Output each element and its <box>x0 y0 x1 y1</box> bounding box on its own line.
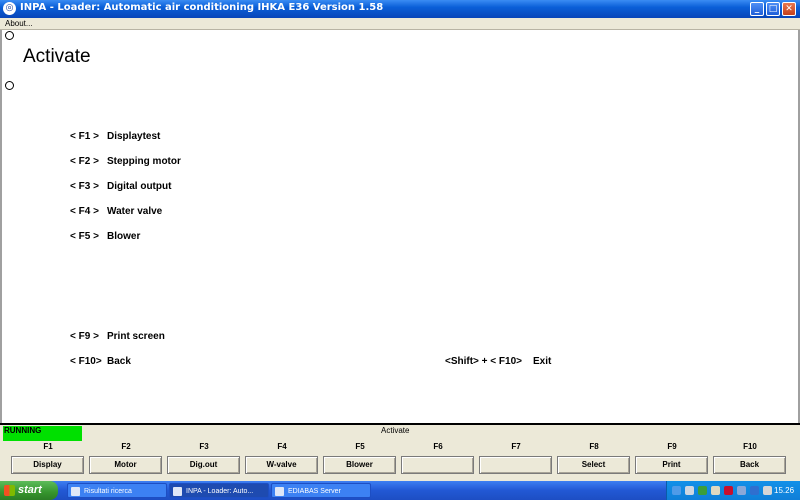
antivirus-icon[interactable] <box>763 486 772 495</box>
option-label: Digital output <box>107 181 172 192</box>
fkey-label-f4: F4 <box>277 442 287 451</box>
option-f3-digital-output: < F3 > Digital output <box>70 181 171 192</box>
fkey-button-f7[interactable] <box>479 456 552 474</box>
volume-icon[interactable] <box>685 486 694 495</box>
inpa-icon <box>173 487 182 496</box>
option-key: < F1 > <box>70 131 99 142</box>
fkey-label-f8: F8 <box>589 442 599 451</box>
fkey-button-f5[interactable]: Blower <box>323 456 396 474</box>
network-icon[interactable] <box>672 486 681 495</box>
option-key: < F5 > <box>70 231 99 242</box>
fkey-label-f5: F5 <box>355 442 365 451</box>
clock: 15.26 <box>774 486 795 495</box>
start-label: start <box>18 484 42 496</box>
option-label: Print screen <box>107 331 165 342</box>
fkey-button-f10[interactable]: Back <box>713 456 786 474</box>
option-f9-print-screen: < F9 > Print screen <box>70 331 165 342</box>
app-window: ◎ INPA - Loader: Automatic air condition… <box>0 0 800 481</box>
fkey-label-f7: F7 <box>511 442 521 451</box>
display-icon[interactable] <box>737 486 746 495</box>
security-icon[interactable] <box>698 486 707 495</box>
menu-item-about[interactable]: About... <box>5 18 33 30</box>
fkey-button-f8[interactable]: Select <box>557 456 630 474</box>
folder-search-icon <box>71 487 80 496</box>
option-label: Blower <box>107 231 141 242</box>
fkey-label-f3: F3 <box>199 442 209 451</box>
fkey-label-f9: F9 <box>667 442 677 451</box>
option-f10-back: < F10> Back <box>70 356 131 367</box>
ediabas-icon <box>275 487 284 496</box>
menu-bar: About... <box>0 18 800 30</box>
fkey-button-f1[interactable]: Display <box>11 456 84 474</box>
main-content: Activate < F1 > Displaytest < F2 > Steppin… <box>0 30 800 423</box>
fkey-label-f10: F10 <box>743 442 757 451</box>
minimize-button[interactable]: _ <box>750 2 764 16</box>
taskbar-item-ediabas[interactable]: EDIABAS Server <box>271 483 371 498</box>
task-label: EDIABAS Server <box>288 488 341 495</box>
task-label: Risultati ricerca <box>84 488 132 495</box>
fkey-button-f4[interactable]: W-valve <box>245 456 318 474</box>
option-key: < F3 > <box>70 181 99 192</box>
option-label: Exit <box>533 356 552 367</box>
footer-title: Activate <box>381 426 410 435</box>
option-label: Displaytest <box>107 131 161 142</box>
fkey-button-f9[interactable]: Print <box>635 456 708 474</box>
option-key: <Shift> + < F10> <box>445 356 522 367</box>
option-key: < F10> <box>70 356 102 367</box>
messenger-icon[interactable] <box>750 486 759 495</box>
status-badge: RUNNING <box>3 426 82 441</box>
radio-button-2[interactable] <box>5 81 14 90</box>
radio-button-1[interactable] <box>5 31 14 40</box>
safely-remove-icon[interactable] <box>711 486 720 495</box>
taskbar-item-inpa[interactable]: INPA - Loader: Auto... <box>169 483 269 498</box>
fkey-label-f2: F2 <box>121 442 131 451</box>
windows-logo-icon <box>4 485 15 496</box>
page-title: Activate <box>23 46 91 67</box>
start-button[interactable]: start <box>0 481 58 500</box>
function-key-bar: RUNNING Activate F1 Display F2 Motor F3 Dig.o… <box>0 423 800 481</box>
option-key: < F2 > <box>70 156 99 167</box>
taskbar: start Risultati ricerca INPA - Loader: A… <box>0 481 800 500</box>
option-f1-displaytest: < F1 > Displaytest <box>70 131 160 142</box>
option-f2-stepping-motor: < F2 > Stepping motor <box>70 156 181 167</box>
window-title: INPA - Loader: Automatic air conditionin… <box>20 2 384 13</box>
option-label: Stepping motor <box>107 156 181 167</box>
option-key: < F4 > <box>70 206 99 217</box>
taskbar-item-search-results[interactable]: Risultati ricerca <box>67 483 167 498</box>
option-label: Water valve <box>107 206 163 217</box>
fkey-button-f3[interactable]: Dig.out <box>167 456 240 474</box>
fkey-button-f6[interactable] <box>401 456 474 474</box>
option-label: Back <box>107 356 131 367</box>
option-f4-water-valve: < F4 > Water valve <box>70 206 162 217</box>
option-shift-f10-exit: <Shift> + < F10> Exit <box>445 356 551 367</box>
fkey-button-f2[interactable]: Motor <box>89 456 162 474</box>
close-button[interactable]: ✕ <box>782 2 796 16</box>
option-key: < F9 > <box>70 331 99 342</box>
option-f5-blower: < F5 > Blower <box>70 231 140 242</box>
fkey-label-f6: F6 <box>433 442 443 451</box>
task-label: INPA - Loader: Auto... <box>186 488 254 495</box>
title-bar[interactable]: ◎ INPA - Loader: Automatic air condition… <box>0 0 800 18</box>
ati-icon[interactable] <box>724 486 733 495</box>
maximize-button[interactable]: □ <box>766 2 780 16</box>
system-tray: 15.26 <box>666 481 800 500</box>
fkey-label-f1: F1 <box>43 442 53 451</box>
inpa-app-icon[interactable]: ◎ <box>3 2 16 15</box>
